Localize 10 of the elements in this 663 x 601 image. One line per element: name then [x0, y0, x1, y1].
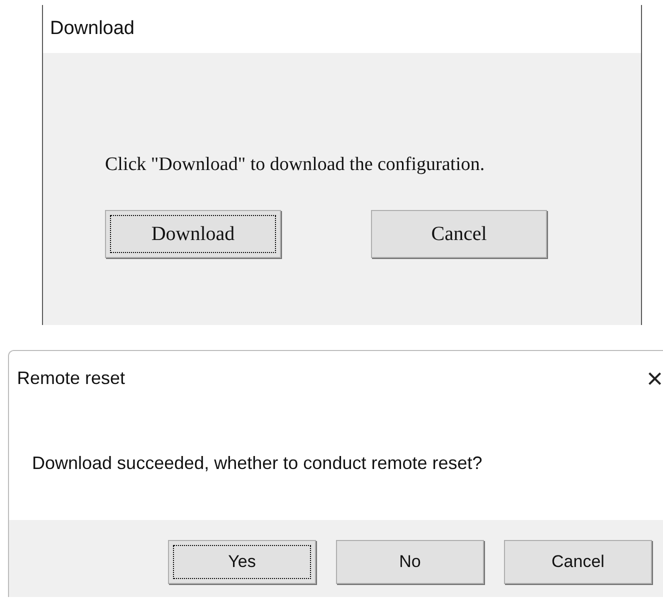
dialog-button[interactable]: No — [336, 540, 484, 584]
dialog-message: Click "Download" to download the configuration. — [105, 153, 486, 177]
dialog-button[interactable]: Cancel — [504, 540, 652, 584]
window-title: Download — [50, 16, 134, 41]
dialog-message: Download succeeded, whether to conduct remote reset? — [32, 452, 482, 474]
dialog-button[interactable]: Yes — [168, 540, 316, 584]
dialog-button[interactable]: Cancel — [371, 210, 547, 258]
close-button[interactable]: × — [646, 364, 663, 392]
window-title: Remote reset — [17, 367, 126, 390]
dialog-button[interactable]: Download — [105, 210, 281, 258]
